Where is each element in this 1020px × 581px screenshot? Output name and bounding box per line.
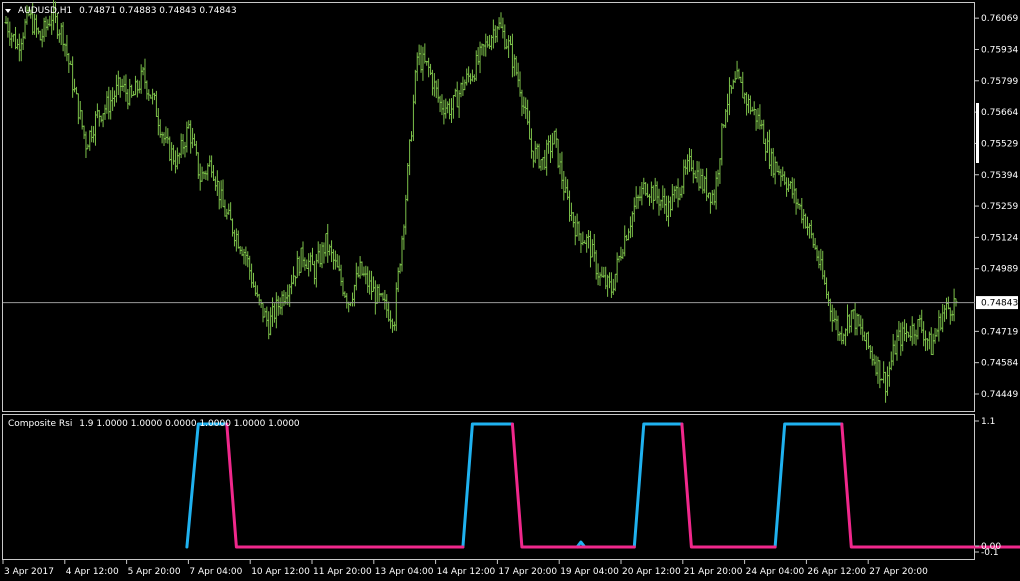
chart-scroll-indicator[interactable] — [976, 103, 979, 163]
price-tick-label: 0.75394 — [981, 171, 1018, 181]
rsi-panel-title: Composite Rsi 1.9 1.0000 1.0000 0.0000 1… — [8, 419, 300, 429]
price-panel-title: AUDUSD,H1 0.74871 0.74883 0.74843 0.7484… — [18, 6, 237, 16]
indicator-values: 1.9 1.0000 1.0000 0.0000 1.0000 1.0000 1… — [79, 419, 300, 429]
ohlc-values: 0.74871 0.74883 0.74843 0.74843 — [79, 6, 236, 16]
time-tick-label: 11 Apr 20:00 — [313, 567, 372, 577]
rsi-tick-label: -0.1 — [981, 548, 999, 558]
time-tick-label: 20 Apr 12:00 — [622, 567, 681, 577]
time-tick-label: 27 Apr 20:00 — [869, 567, 928, 577]
current-price-label: 0.74843 — [981, 299, 1018, 309]
time-tick-label: 10 Apr 12:00 — [251, 567, 310, 577]
time-tick-label: 19 Apr 04:00 — [560, 567, 619, 577]
time-tick-label: 7 Apr 04:00 — [189, 567, 242, 577]
trading-chart[interactable]: 0.76069 0.75934 0.75799 0.75664 0.75529 0.753… — [0, 0, 1020, 581]
rsi-tick-label: 1.1 — [981, 417, 995, 427]
price-tick-label: 0.75529 — [981, 139, 1018, 149]
time-tick-label: 3 Apr 2017 — [4, 567, 54, 577]
time-tick-label: 13 Apr 04:00 — [375, 567, 434, 577]
time-tick-label: 26 Apr 12:00 — [807, 567, 866, 577]
price-tick-label: 0.74449 — [981, 390, 1018, 400]
time-tick-label: 24 Apr 04:00 — [746, 567, 805, 577]
time-tick-label: 14 Apr 12:00 — [437, 567, 496, 577]
price-tick-label: 0.75664 — [981, 108, 1018, 118]
price-tick-label: 0.74719 — [981, 327, 1018, 337]
current-price-marker: 0.74843 — [976, 296, 1018, 310]
chart-background — [0, 0, 1020, 581]
price-tick-label: 0.75124 — [981, 233, 1018, 243]
price-tick-label: 0.75799 — [981, 77, 1018, 87]
indicator-name: Composite Rsi — [8, 419, 72, 429]
price-tick-label: 0.75934 — [981, 45, 1018, 55]
time-tick-label: 5 Apr 20:00 — [128, 567, 181, 577]
time-tick-label: 21 Apr 20:00 — [684, 567, 743, 577]
price-tick-label: 0.76069 — [981, 14, 1018, 24]
time-tick-label: 17 Apr 20:00 — [498, 567, 557, 577]
price-tick-label: 0.74989 — [981, 265, 1018, 275]
price-tick-label: 0.74584 — [981, 359, 1018, 369]
symbol-label: AUDUSD,H1 — [18, 6, 72, 16]
time-tick-label: 4 Apr 12:00 — [66, 567, 119, 577]
price-tick-label: 0.75259 — [981, 202, 1018, 212]
